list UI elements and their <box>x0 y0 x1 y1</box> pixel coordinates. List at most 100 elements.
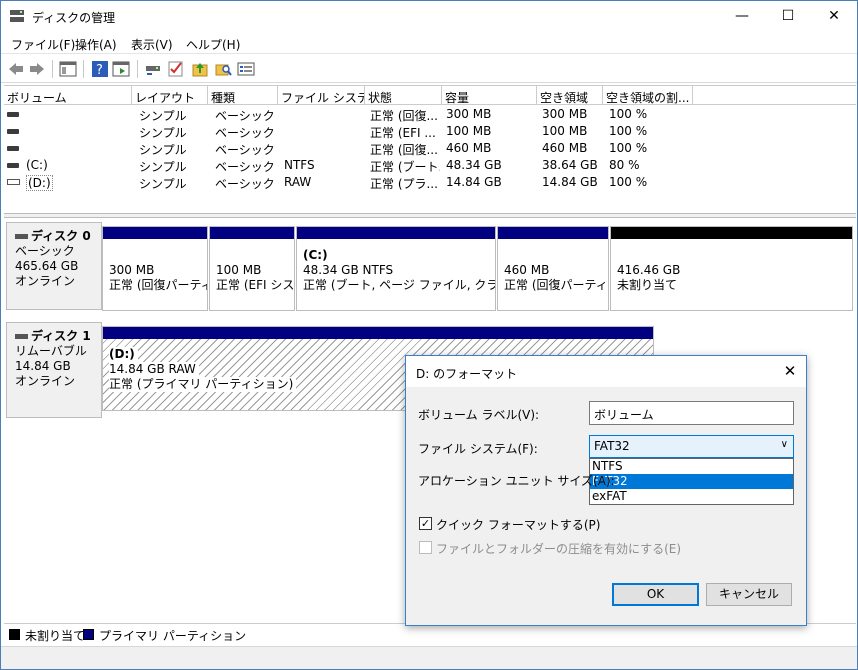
format-dialog: D: のフォーマット ✕ ボリューム ラベル(V): ボリューム ファイル シス… <box>405 355 807 626</box>
show-hide-pane-icon[interactable] <box>112 60 130 78</box>
connect-disk-icon[interactable] <box>144 60 162 78</box>
cell-status: 正常 (回復... <box>370 109 438 123</box>
option-ntfs[interactable]: NTFS <box>590 459 793 474</box>
filesystem-select[interactable]: FAT32 ∨ <box>589 435 794 458</box>
primary-swatch <box>83 629 94 640</box>
disk1-type: リムーバブル <box>15 344 87 358</box>
disk0-unallocated[interactable]: 416.46 GB 未割り当て <box>610 226 853 311</box>
partition-status: 正常 (EFI シス <box>216 278 294 292</box>
primary-band <box>103 227 207 239</box>
cell-free: 300 MB <box>542 107 588 121</box>
volume-label-input[interactable]: ボリューム <box>589 401 794 425</box>
cell-status: 正常 (EFI ... <box>370 126 436 140</box>
cell-free: 100 MB <box>542 124 588 138</box>
partition-size: 48.34 GB NTFS <box>303 263 394 277</box>
table-row[interactable]: (D:) シンプル ベーシック RAW 正常 (プラ... 14.84 GB 1… <box>4 174 854 191</box>
disk-icon <box>15 234 28 239</box>
search-folder-icon[interactable] <box>214 60 232 78</box>
properties-icon[interactable] <box>237 60 255 78</box>
col-filler <box>693 86 856 105</box>
volume-label-caption: ボリューム ラベル(V): <box>418 408 540 422</box>
close-button[interactable]: ✕ <box>811 1 857 32</box>
partition-size: 460 MB <box>504 263 550 277</box>
pane-splitter[interactable] <box>4 213 856 218</box>
forward-arrow-icon[interactable] <box>28 60 46 78</box>
dialog-title-bar[interactable]: D: のフォーマット ✕ <box>406 356 806 387</box>
removable-drive-icon <box>7 179 20 185</box>
legend-primary: プライマリ パーティション <box>99 629 247 643</box>
toolbar-separator <box>52 60 53 78</box>
menu-help[interactable]: ヘルプ(H) <box>186 36 240 53</box>
disk1-info[interactable]: ディスク 1 リムーバブル 14.84 GB オンライン <box>6 322 102 418</box>
allocation-unit-caption: アロケーション ユニット サイズ(A): <box>418 474 615 488</box>
cancel-button[interactable]: キャンセル <box>706 583 792 606</box>
filesystem-value: FAT32 <box>594 439 630 453</box>
cell-capacity: 14.84 GB <box>446 175 502 189</box>
cell-free: 38.64 GB <box>542 158 598 172</box>
cell-fs: RAW <box>284 175 312 189</box>
cell-status: 正常 (プラ... <box>370 177 438 191</box>
partition-size: 100 MB <box>216 263 262 277</box>
primary-band <box>297 227 495 239</box>
console-tree-icon[interactable] <box>59 60 77 78</box>
table-row[interactable]: シンプル ベーシック 正常 (回復... 460 MB 460 MB 100 % <box>4 140 854 157</box>
disk0-partition-efi[interactable]: 100 MB 正常 (EFI シス <box>209 226 295 311</box>
quick-format-label[interactable]: クイック フォーマットする(P) <box>436 516 600 533</box>
col-free-space[interactable]: 空き領域 <box>537 86 603 105</box>
col-status[interactable]: 状態 <box>365 86 442 105</box>
cell-pct: 80 % <box>609 158 640 172</box>
menu-action[interactable]: 操作(A) <box>75 36 117 53</box>
maximize-button[interactable]: ☐ <box>765 1 811 32</box>
partition-status: 未割り当て <box>617 278 678 292</box>
disk0-partition-recovery1[interactable]: 300 MB 正常 (回復パーティ <box>102 226 208 311</box>
col-layout[interactable]: レイアウト <box>132 86 208 105</box>
toolbar-separator <box>137 60 138 78</box>
quick-format-checkbox[interactable]: ✓ <box>419 517 432 530</box>
help-icon[interactable]: ? <box>91 60 109 78</box>
cell-pct: 100 % <box>609 124 648 138</box>
drive-icon <box>7 112 19 117</box>
minimize-button[interactable]: — <box>719 1 765 32</box>
menu-bar: ファイル(F) 操作(A) 表示(V) ヘルプ(H) <box>1 32 857 54</box>
cell-fs: NTFS <box>284 158 315 172</box>
partition-label: (C:) <box>303 248 328 262</box>
col-free-percent[interactable]: 空き領域の割... <box>603 86 693 105</box>
cell-pct: 100 % <box>609 141 648 155</box>
col-filesystem[interactable]: ファイル システム <box>278 86 365 105</box>
col-capacity[interactable]: 容量 <box>442 86 537 105</box>
cell-volume: (D:) <box>26 175 53 191</box>
cell-free: 14.84 GB <box>542 175 598 189</box>
ok-button[interactable]: OK <box>612 583 699 606</box>
menu-file[interactable]: ファイル(F) <box>11 36 75 53</box>
unallocated-swatch <box>9 629 20 640</box>
dialog-title: D: のフォーマット <box>416 367 518 381</box>
drive-icon <box>7 129 19 134</box>
checkmark-icon[interactable] <box>167 60 185 78</box>
table-row[interactable]: シンプル ベーシック 正常 (回復... 300 MB 300 MB 100 % <box>4 106 854 123</box>
title-bar[interactable]: ディスクの管理 — ☐ ✕ <box>1 1 857 32</box>
disk1-name: ディスク 1 <box>31 329 91 343</box>
toolbar: ? <box>1 55 857 83</box>
cell-capacity: 460 MB <box>446 141 492 155</box>
table-row[interactable]: シンプル ベーシック 正常 (EFI ... 100 MB 100 MB 100… <box>4 123 854 140</box>
option-exfat[interactable]: exFAT <box>590 489 793 504</box>
back-arrow-icon[interactable] <box>7 60 25 78</box>
table-row[interactable]: (C:) シンプル ベーシック NTFS 正常 (ブート... 48.34 GB… <box>4 157 854 174</box>
col-type[interactable]: 種類 <box>208 86 278 105</box>
disk0-partition-c[interactable]: (C:) 48.34 GB NTFS 正常 (ブート, ページ ファイル, クラ… <box>296 226 496 311</box>
col-volume[interactable]: ボリューム <box>4 86 132 105</box>
cell-type: ベーシック <box>215 109 275 123</box>
cell-type: ベーシック <box>215 126 275 140</box>
menu-view[interactable]: 表示(V) <box>131 36 173 53</box>
disk0-partition-recovery2[interactable]: 460 MB 正常 (回復パーティシ <box>497 226 609 311</box>
partition-size: 14.84 GB RAW <box>109 362 199 377</box>
compress-label: ファイルとフォルダーの圧縮を有効にする(E) <box>436 542 682 556</box>
dialog-close-icon[interactable]: ✕ <box>774 356 806 387</box>
cell-pct: 100 % <box>609 175 648 189</box>
compress-checkbox[interactable] <box>419 541 432 554</box>
option-fat32[interactable]: FAT32 <box>590 474 793 489</box>
filesystem-dropdown-list: NTFS FAT32 exFAT <box>589 458 794 505</box>
folder-up-icon[interactable] <box>191 60 209 78</box>
disk0-info[interactable]: ディスク 0 ベーシック 465.64 GB オンライン <box>6 222 102 310</box>
cell-capacity: 300 MB <box>446 107 492 121</box>
